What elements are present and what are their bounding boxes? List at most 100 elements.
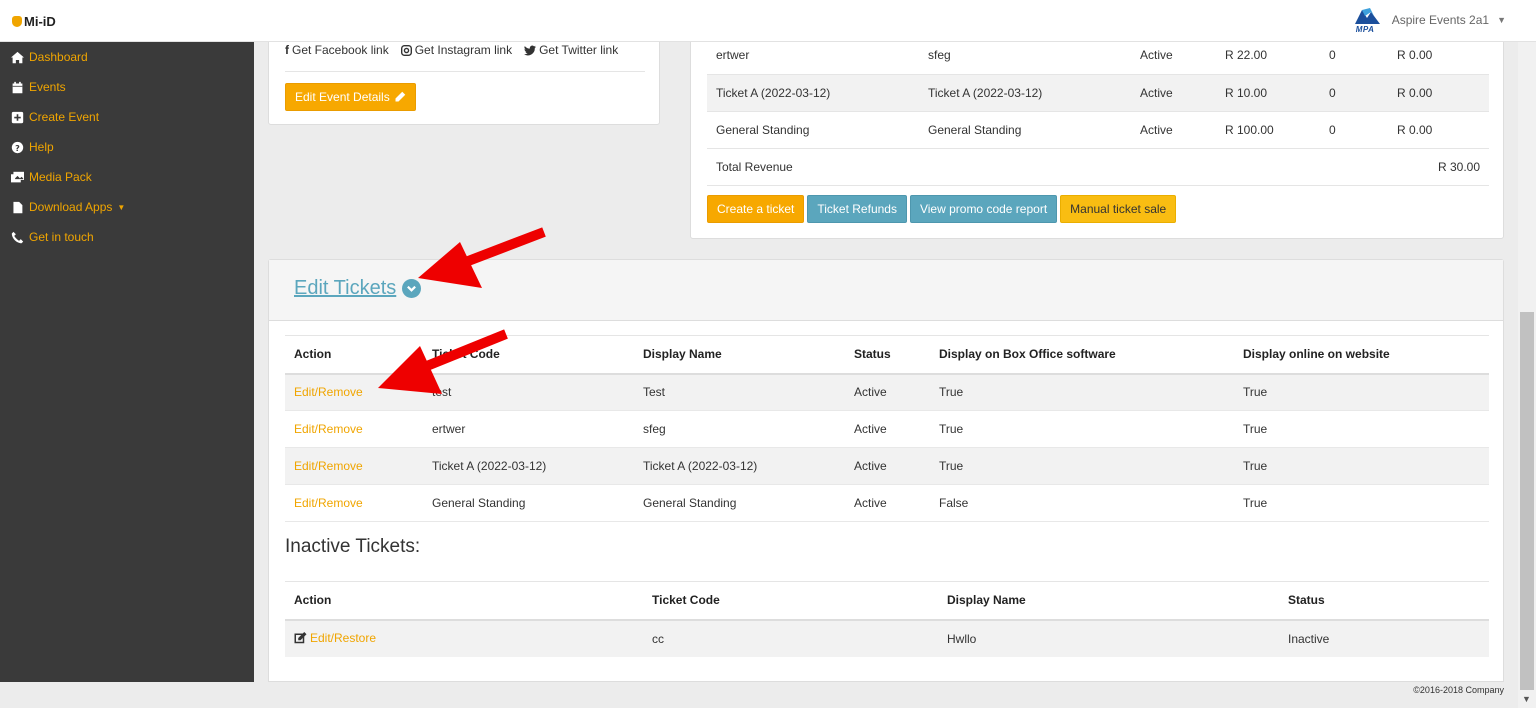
ticket-revenue-panel: ertwer sfeg Active R 22.00 0 R 0.00 Tick… [690,30,1504,239]
cell-sold: 0 [1320,74,1388,112]
inactive-tickets-title: Inactive Tickets: [285,536,421,557]
scrollbar-thumb[interactable] [1520,312,1534,690]
sidebar-item-help[interactable]: ? Help [0,132,254,162]
edit-remove-link[interactable]: Edit/Remove [294,496,363,510]
sidebar-item-label: Media Pack [29,170,92,184]
sidebar-item-dashboard[interactable]: Dashboard [0,42,254,72]
cell-ticket: ertwer [707,37,919,75]
cell-status: Active [845,484,930,522]
cell-status: Active [1131,111,1216,149]
cell-status: Active [1131,74,1216,112]
cell-display-name: Hwllo [938,619,1279,657]
home-icon [11,51,24,63]
cell-sold: 0 [1320,111,1388,149]
twitter-link-label: Get Twitter link [539,43,619,57]
edit-event-details-label: Edit Event Details [295,90,390,104]
brand-logo[interactable]: Mi-iD [12,14,56,29]
question-circle-icon: ? [11,141,24,153]
cell-status: Active [845,447,930,485]
caret-down-icon: ▼ [117,202,126,212]
column-header: Status [1279,581,1489,621]
edit-restore-label: Edit/Restore [310,630,377,645]
facebook-link[interactable]: f Get Facebook link [285,43,389,57]
edit-tickets-toggle[interactable]: Edit Tickets [294,277,422,300]
cell-box-office: True [930,373,1234,411]
pencil-icon [395,91,405,102]
revenue-table: ertwer sfeg Active R 22.00 0 R 0.00 Tick… [707,37,1489,186]
sidebar-item-label: Events [29,80,66,94]
mpa-logo: MPA [1354,6,1384,34]
facebook-link-label: Get Facebook link [292,43,389,57]
column-header: Display Name [938,581,1279,621]
edit-remove-link[interactable]: Edit/Remove [294,422,363,436]
column-header: Status [845,335,930,375]
caret-down-icon: ▼ [1497,15,1506,25]
twitter-link[interactable]: Get Twitter link [524,43,618,57]
sidebar-item-download-apps[interactable]: Download Apps ▼ [0,192,254,222]
cell-ticket-code: Ticket A (2022-03-12) [423,447,634,485]
cell-display: General Standing [919,111,1131,149]
instagram-link-label: Get Instagram link [414,43,513,57]
column-header: Display Name [634,335,845,375]
cell-revenue: R 0.00 [1388,111,1489,149]
cell-ticket: General Standing [707,111,919,149]
cell-display: Ticket A (2022-03-12) [919,74,1131,112]
cell-box-office: True [930,410,1234,448]
cell-display-name: Test [634,373,845,411]
edit-event-details-button[interactable]: Edit Event Details [285,83,416,111]
cell-status: Inactive [1279,619,1489,657]
promo-code-report-button[interactable]: View promo code report [909,195,1058,223]
cell-status: Active [845,410,930,448]
sidebar-item-events[interactable]: Events [0,72,254,102]
create-ticket-button[interactable]: Create a ticket [707,195,805,223]
cell-price: R 22.00 [1216,37,1320,75]
images-icon [11,171,24,182]
table-header-row: Action Ticket Code Display Name Status D… [285,335,1489,375]
table-row: Ticket A (2022-03-12) Ticket A (2022-03-… [707,74,1489,112]
ticket-refunds-button[interactable]: Ticket Refunds [807,195,907,223]
event-social-panel: f Get Facebook link Get Instagram link G… [268,30,660,125]
cell-online: True [1234,447,1489,485]
instagram-link[interactable]: Get Instagram link [400,43,513,57]
phone-icon [11,231,24,243]
column-header: Action [285,335,423,375]
cell-sold: 0 [1320,37,1388,75]
user-menu[interactable]: MPA Aspire Events 2a1 ▼ [1354,6,1506,34]
sidebar-item-create-event[interactable]: Create Event [0,102,254,132]
sidebar-item-label: Dashboard [29,50,88,64]
cell-ticket: Ticket A (2022-03-12) [707,74,919,112]
cell-ticket-code: test [423,373,634,411]
sidebar-item-label: Download Apps [29,200,113,214]
cell-ticket-code: ertwer [423,410,634,448]
edit-remove-link[interactable]: Edit/Remove [294,385,363,399]
cell-ticket-code: cc [643,619,938,657]
total-revenue-value: R 30.00 [1388,148,1489,186]
facebook-icon: f [285,43,289,57]
vertical-scrollbar[interactable]: ▼ [1518,42,1536,708]
scroll-down-icon[interactable]: ▼ [1522,694,1531,704]
table-row: Edit/Remove ertwer sfeg Active True True [285,410,1489,448]
top-navbar: Mi-iD MPA Aspire Events 2a1 ▼ [0,0,1536,42]
total-revenue-row: Total Revenue R 30.00 [707,148,1489,186]
cell-revenue: R 0.00 [1388,74,1489,112]
cell-status: Active [1131,37,1216,75]
edit-tickets-header: Edit Tickets [269,260,1503,321]
active-tickets-table: Action Ticket Code Display Name Status D… [285,335,1489,522]
cell-display-name: Ticket A (2022-03-12) [634,447,845,485]
cell-online: True [1234,373,1489,411]
cell-online: True [1234,410,1489,448]
file-icon [13,201,23,213]
column-header: Display on Box Office software [930,335,1234,375]
sidebar-item-get-in-touch[interactable]: Get in touch [0,222,254,252]
table-row: General Standing General Standing Active… [707,111,1489,149]
cell-display: sfeg [919,37,1131,75]
manual-ticket-sale-button[interactable]: Manual ticket sale [1060,195,1177,223]
edit-restore-link[interactable]: Edit/Restore [294,631,376,645]
sidebar-item-media-pack[interactable]: Media Pack [0,162,254,192]
inactive-tickets-table: Action Ticket Code Display Name Status E… [285,581,1489,657]
column-header: Ticket Code [423,335,634,375]
footer: ©2016-2018 Company [254,682,1536,708]
cell-online: True [1234,484,1489,522]
edit-tickets-panel: Edit Tickets Action Ticket Code Display … [268,259,1504,682]
edit-remove-link[interactable]: Edit/Remove [294,459,363,473]
